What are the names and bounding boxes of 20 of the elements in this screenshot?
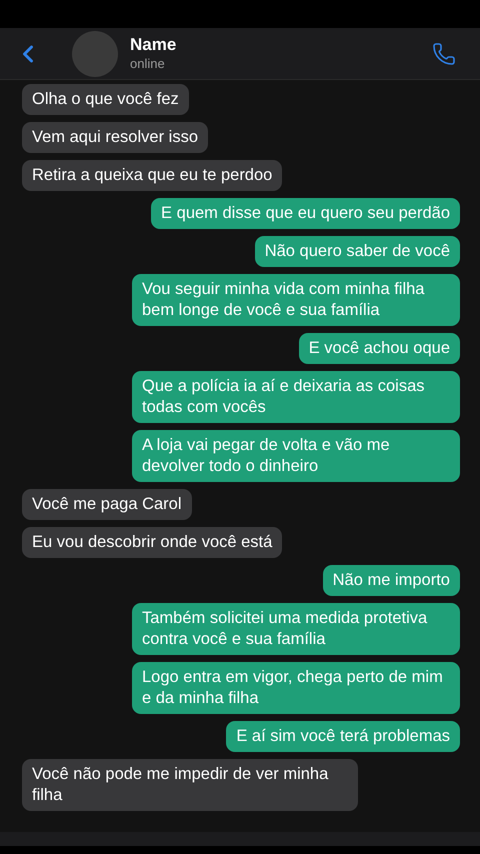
- message-bubble: Que a polícia ia aí e deixaria as coisas todas com vocês: [132, 371, 460, 423]
- message-bubble: Vou seguir minha vida com minha filha bem longe de você e sua família: [132, 274, 460, 326]
- message-bubble: A loja vai pegar de volta e vão me devolver todo o dinheiro: [132, 430, 460, 482]
- message-bubble: E você achou oque: [298, 333, 460, 364]
- message-bubble: Você não pode me impedir de ver minha filha: [22, 759, 358, 811]
- message-bubble: Não me importo: [322, 565, 460, 596]
- message-bubble: E aí sim você terá problemas: [226, 721, 460, 752]
- message-bubble: Não quero saber de você: [254, 236, 460, 267]
- message-bubble: Logo entra em vigor, chega perto de mim e da minha filha: [132, 662, 460, 714]
- message-bubble: Retira a queixa que eu te perdoo: [22, 160, 282, 191]
- message-bubble: Olha o que você fez: [22, 84, 189, 115]
- call-icon[interactable]: [432, 42, 456, 66]
- message-bubble: E quem disse que eu quero seu perdão: [151, 198, 460, 229]
- message-bubble: Vem aqui resolver isso: [22, 122, 208, 153]
- contact-name: Name: [130, 34, 176, 54]
- message-bubble: Eu vou descobrir onde você está: [22, 527, 282, 558]
- message-bubble: Você me paga Carol: [22, 489, 192, 520]
- message-bubble: Também solicitei uma medida protetiva contra você e sua família: [132, 603, 460, 655]
- contact-status: online: [130, 54, 166, 72]
- avatar: [72, 30, 118, 76]
